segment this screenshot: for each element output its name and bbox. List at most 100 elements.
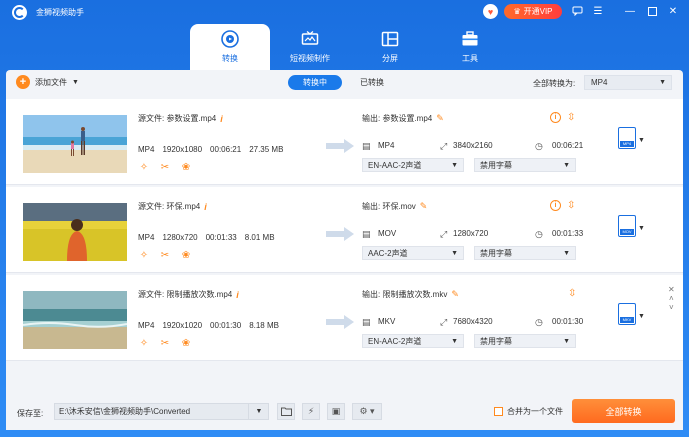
output-label: 输出: 参数设置.mp4 — [362, 114, 433, 123]
main-nav: 转换 短视频制作 分屏 工具 — [190, 24, 510, 70]
app-title: 金狮视频助手 — [36, 8, 84, 17]
source-resolution: 1920x1080 — [162, 145, 203, 154]
edit-tools: ✧ ✂ ❀ — [138, 250, 192, 262]
source-duration: 00:01:33 — [205, 233, 237, 242]
source-duration: 00:06:21 — [210, 145, 242, 154]
compress-icon[interactable]: ⇳ — [567, 112, 575, 123]
palette-icon[interactable]: ❀ — [180, 250, 192, 262]
chevron-down-icon: ▼ — [72, 78, 79, 86]
palette-icon[interactable]: ❀ — [180, 162, 192, 174]
compress-icon[interactable]: ⇳ — [568, 288, 576, 299]
move-down-icon[interactable]: ˅ — [669, 303, 674, 312]
vip-button[interactable]: ♛ 开通VIP — [504, 4, 562, 19]
chat-icon[interactable] — [570, 4, 584, 18]
source-size: 8.18 MB — [249, 321, 279, 330]
scissors-icon[interactable]: ✂ — [159, 250, 171, 262]
tab-label: 分屏 — [382, 54, 398, 63]
output-resolution: 3840x2160 — [453, 141, 493, 150]
chevron-down-icon: ▼ — [659, 79, 666, 86]
output-format-icon[interactable]: MKV — [618, 303, 636, 325]
output-resolution: 1280x720 — [453, 229, 489, 238]
audio-value: EN-AAC-2声道 — [368, 336, 422, 346]
effects-icon[interactable]: ✧ — [138, 250, 150, 262]
output-format: MP4 — [378, 141, 395, 150]
output-format-icon[interactable]: MOV — [618, 215, 636, 237]
film-icon: ▤ — [362, 229, 371, 239]
merge-checkbox[interactable] — [494, 407, 503, 416]
source-duration: 00:01:30 — [210, 321, 242, 330]
output-format-icon[interactable]: MP4 — [618, 127, 636, 149]
arrow-right-icon — [326, 139, 354, 153]
minimize-icon[interactable]: — — [623, 4, 637, 18]
tab-split-screen[interactable]: 分屏 — [350, 24, 430, 70]
effects-icon[interactable]: ✧ — [138, 162, 150, 174]
audio-track-select[interactable]: AAC-2声道 ▼ — [362, 246, 464, 260]
source-format: MP4 — [138, 145, 155, 154]
source-label: 源文件: 环保.mp4 — [138, 202, 201, 211]
info-circle-icon[interactable]: i — [550, 112, 561, 123]
tab-tools[interactable]: 工具 — [430, 24, 510, 70]
tab-converting[interactable]: 转换中 — [288, 75, 342, 90]
hardware-accel-icon[interactable]: ⚡ — [302, 403, 320, 420]
audio-track-select[interactable]: EN-AAC-2声道 ▼ — [362, 158, 464, 172]
convert-all-format-select[interactable]: MP4 ▼ — [584, 75, 672, 90]
format-badge: MOV — [620, 229, 634, 235]
scissors-icon[interactable]: ✂ — [159, 162, 171, 174]
source-meta: MP4 1920x1020 00:01:30 8.18 MB — [138, 321, 279, 330]
video-thumbnail[interactable] — [23, 291, 127, 349]
chevron-down-icon[interactable]: ▼ — [638, 225, 645, 232]
palette-icon[interactable]: ❀ — [180, 338, 192, 350]
output-label: 输出: 限制播放次数.mkv — [362, 290, 448, 299]
gpu-icon[interactable]: ▣ — [327, 403, 345, 420]
split-screen-icon — [381, 31, 399, 47]
clock-icon: ◷ — [535, 141, 543, 151]
source-resolution: 1920x1020 — [162, 321, 203, 330]
subtitle-select[interactable]: 禁用字幕 ▼ — [474, 158, 576, 172]
scissors-icon[interactable]: ✂ — [159, 338, 171, 350]
maximize-icon[interactable] — [645, 4, 659, 18]
tab-short-video[interactable]: 短视频制作 — [270, 24, 350, 70]
convert-icon — [221, 30, 239, 48]
info-icon[interactable]: i — [236, 290, 239, 300]
pencil-icon[interactable]: ✎ — [420, 201, 428, 212]
add-file-button[interactable]: + 添加文件 ▼ — [16, 75, 79, 89]
compress-icon[interactable]: ⇳ — [567, 200, 575, 211]
tab-converted[interactable]: 已转换 — [351, 75, 393, 90]
remove-icon[interactable]: ✕ — [668, 285, 675, 294]
convert-all-to-label: 全部转换为: — [533, 79, 576, 88]
menu-icon[interactable]: ☰ — [591, 4, 605, 18]
info-icon[interactable]: i — [220, 114, 223, 124]
save-path-input[interactable]: E:\沐禾安信\金狮视频助手\Converted — [54, 403, 269, 420]
source-format: MP4 — [138, 321, 155, 330]
tv-icon — [301, 31, 319, 45]
source-meta: MP4 1920x1080 00:06:21 27.35 MB — [138, 145, 283, 154]
video-thumbnail[interactable] — [23, 203, 127, 261]
subtitle-value: 禁用字幕 — [480, 248, 512, 258]
output-duration: 00:01:30 — [552, 317, 584, 326]
source-file-name: 源文件: 环保.mp4 i — [138, 201, 207, 212]
info-icon[interactable]: i — [204, 202, 207, 212]
move-up-icon[interactable]: ˄ — [669, 294, 674, 303]
merge-option[interactable]: 合并为一个文件 — [494, 406, 563, 417]
chevron-down-icon[interactable]: ▼ — [638, 137, 645, 144]
chevron-down-icon[interactable]: ▼ — [638, 313, 645, 320]
app-window: 金狮视频助手 ♥ ♛ 开通VIP ☰ — ✕ 转换 短视频制作 分屏 工具 + … — [0, 0, 689, 437]
file-item-3: 源文件: 限制播放次数.mp4 i MP4 1920x1020 00:01:30… — [6, 275, 683, 361]
chevron-down-icon[interactable]: ▼ — [248, 403, 269, 420]
tab-convert[interactable]: 转换 — [190, 24, 270, 70]
subtitle-select[interactable]: 禁用字幕 ▼ — [474, 334, 576, 348]
effects-icon[interactable]: ✧ — [138, 338, 150, 350]
settings-icon[interactable]: ⚙ ▾ — [352, 403, 382, 420]
pencil-icon[interactable]: ✎ — [451, 289, 459, 300]
subtitle-select[interactable]: 禁用字幕 ▼ — [474, 246, 576, 260]
video-thumbnail[interactable] — [23, 115, 127, 173]
audio-track-select[interactable]: EN-AAC-2声道 ▼ — [362, 334, 464, 348]
close-icon[interactable]: ✕ — [666, 4, 680, 18]
source-label: 源文件: 限制播放次数.mp4 — [138, 290, 233, 299]
info-circle-icon[interactable]: i — [550, 200, 561, 211]
heart-icon[interactable]: ♥ — [483, 4, 498, 19]
folder-icon[interactable] — [277, 403, 295, 420]
pencil-icon[interactable]: ✎ — [436, 113, 444, 124]
convert-all-button[interactable]: 全部转换 — [572, 399, 675, 423]
chevron-down-icon: ▼ — [451, 249, 458, 257]
